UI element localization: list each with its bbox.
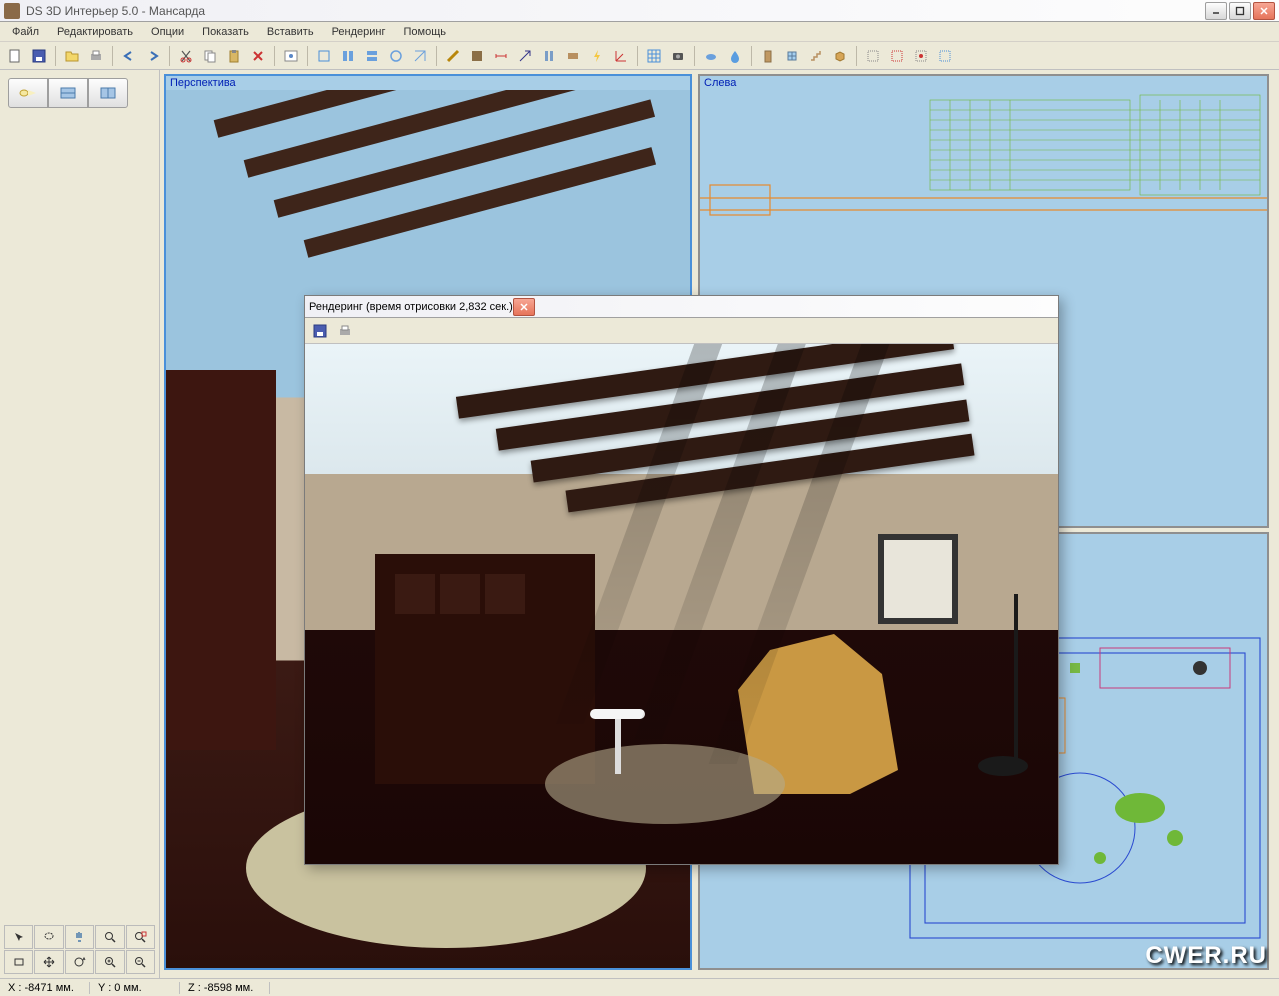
nav-zoom-in-button[interactable] — [95, 950, 124, 974]
print-button[interactable] — [85, 45, 107, 67]
columns-button[interactable] — [538, 45, 560, 67]
save-button[interactable] — [28, 45, 50, 67]
tool-c[interactable] — [361, 45, 383, 67]
status-z: Z : -8598 мм. — [180, 982, 270, 994]
status-y: Y : 0 мм. — [90, 982, 180, 994]
cloud-button[interactable] — [700, 45, 722, 67]
tool-d[interactable] — [385, 45, 407, 67]
door-button[interactable] — [757, 45, 779, 67]
menu-show[interactable]: Показать — [194, 24, 257, 40]
content-area: Перспектива Слева — [0, 70, 1279, 978]
folder-button[interactable] — [61, 45, 83, 67]
status-x: X : -8471 мм. — [0, 982, 90, 994]
drop-button[interactable] — [724, 45, 746, 67]
window-title: DS 3D Интерьер 5.0 - Мансарда — [26, 4, 1205, 18]
camera-button[interactable] — [667, 45, 689, 67]
menu-edit[interactable]: Редактировать — [49, 24, 141, 40]
statusbar: X : -8471 мм. Y : 0 мм. Z : -8598 мм. — [0, 978, 1279, 996]
dimension-button[interactable] — [490, 45, 512, 67]
mode-wall-button[interactable] — [88, 78, 128, 108]
tool-e[interactable] — [409, 45, 431, 67]
main-toolbar — [0, 42, 1279, 70]
sidebar-mode-buttons — [0, 70, 159, 116]
stairs-button[interactable] — [805, 45, 827, 67]
snap-point-button[interactable] — [910, 45, 932, 67]
window-button[interactable] — [781, 45, 803, 67]
snap-object-button[interactable] — [886, 45, 908, 67]
nav-zoom-button[interactable] — [95, 925, 124, 949]
render-title: Рендеринг (время отрисовки 2,832 сек.) — [309, 301, 513, 313]
menu-help[interactable]: Помощь — [396, 24, 455, 40]
menubar: Файл Редактировать Опции Показать Встави… — [0, 22, 1279, 42]
grid-button[interactable] — [643, 45, 665, 67]
main-titlebar: DS 3D Интерьер 5.0 - Мансарда — [0, 0, 1279, 22]
app-icon — [4, 3, 20, 19]
delete-button[interactable] — [247, 45, 269, 67]
nav-pan-button[interactable] — [65, 925, 94, 949]
menu-options[interactable]: Опции — [143, 24, 192, 40]
preview-button[interactable] — [280, 45, 302, 67]
wall-button[interactable] — [562, 45, 584, 67]
cut-button[interactable] — [175, 45, 197, 67]
nav-zoom-extent-button[interactable] — [126, 925, 155, 949]
menu-render[interactable]: Рендеринг — [324, 24, 394, 40]
menu-file[interactable]: Файл — [4, 24, 47, 40]
paste-button[interactable] — [223, 45, 245, 67]
nav-rect-button[interactable] — [4, 950, 33, 974]
nav-zoom-out-button[interactable] — [126, 950, 155, 974]
minimize-button[interactable] — [1205, 2, 1227, 20]
maximize-button[interactable] — [1229, 2, 1251, 20]
sidebar — [0, 70, 160, 978]
redo-button[interactable] — [142, 45, 164, 67]
viewport-left-label: Слева — [704, 77, 736, 89]
snap-grid-button[interactable] — [862, 45, 884, 67]
render-save-button[interactable] — [309, 320, 331, 342]
nav-move-button[interactable] — [34, 950, 63, 974]
menu-insert[interactable]: Вставить — [259, 24, 322, 40]
bolt-button[interactable] — [586, 45, 608, 67]
copy-button[interactable] — [199, 45, 221, 67]
render-titlebar[interactable]: Рендеринг (время отрисовки 2,832 сек.) — [305, 296, 1058, 318]
arrow-button[interactable] — [514, 45, 536, 67]
cube-button[interactable] — [829, 45, 851, 67]
measure-button[interactable] — [442, 45, 464, 67]
render-toolbar — [305, 318, 1058, 344]
viewport-perspective-label: Перспектива — [170, 77, 236, 89]
axis-button[interactable] — [610, 45, 632, 67]
undo-button[interactable] — [118, 45, 140, 67]
tool-a[interactable] — [313, 45, 335, 67]
render-image — [305, 344, 1058, 864]
nav-lasso-button[interactable] — [34, 925, 63, 949]
tool-b[interactable] — [337, 45, 359, 67]
nav-select-button[interactable] — [4, 925, 33, 949]
new-file-button[interactable] — [4, 45, 26, 67]
close-button[interactable] — [1253, 2, 1275, 20]
render-close-button[interactable] — [513, 298, 535, 316]
render-print-button[interactable] — [334, 320, 356, 342]
nav-rotate-button[interactable] — [65, 950, 94, 974]
mode-flashlight-button[interactable] — [8, 78, 48, 108]
snap-angle-button[interactable] — [934, 45, 956, 67]
texture-button[interactable] — [466, 45, 488, 67]
render-window[interactable]: Рендеринг (время отрисовки 2,832 сек.) — [304, 295, 1059, 865]
window-controls — [1205, 2, 1275, 20]
mode-floor-button[interactable] — [48, 78, 88, 108]
navigation-panel — [0, 921, 159, 978]
